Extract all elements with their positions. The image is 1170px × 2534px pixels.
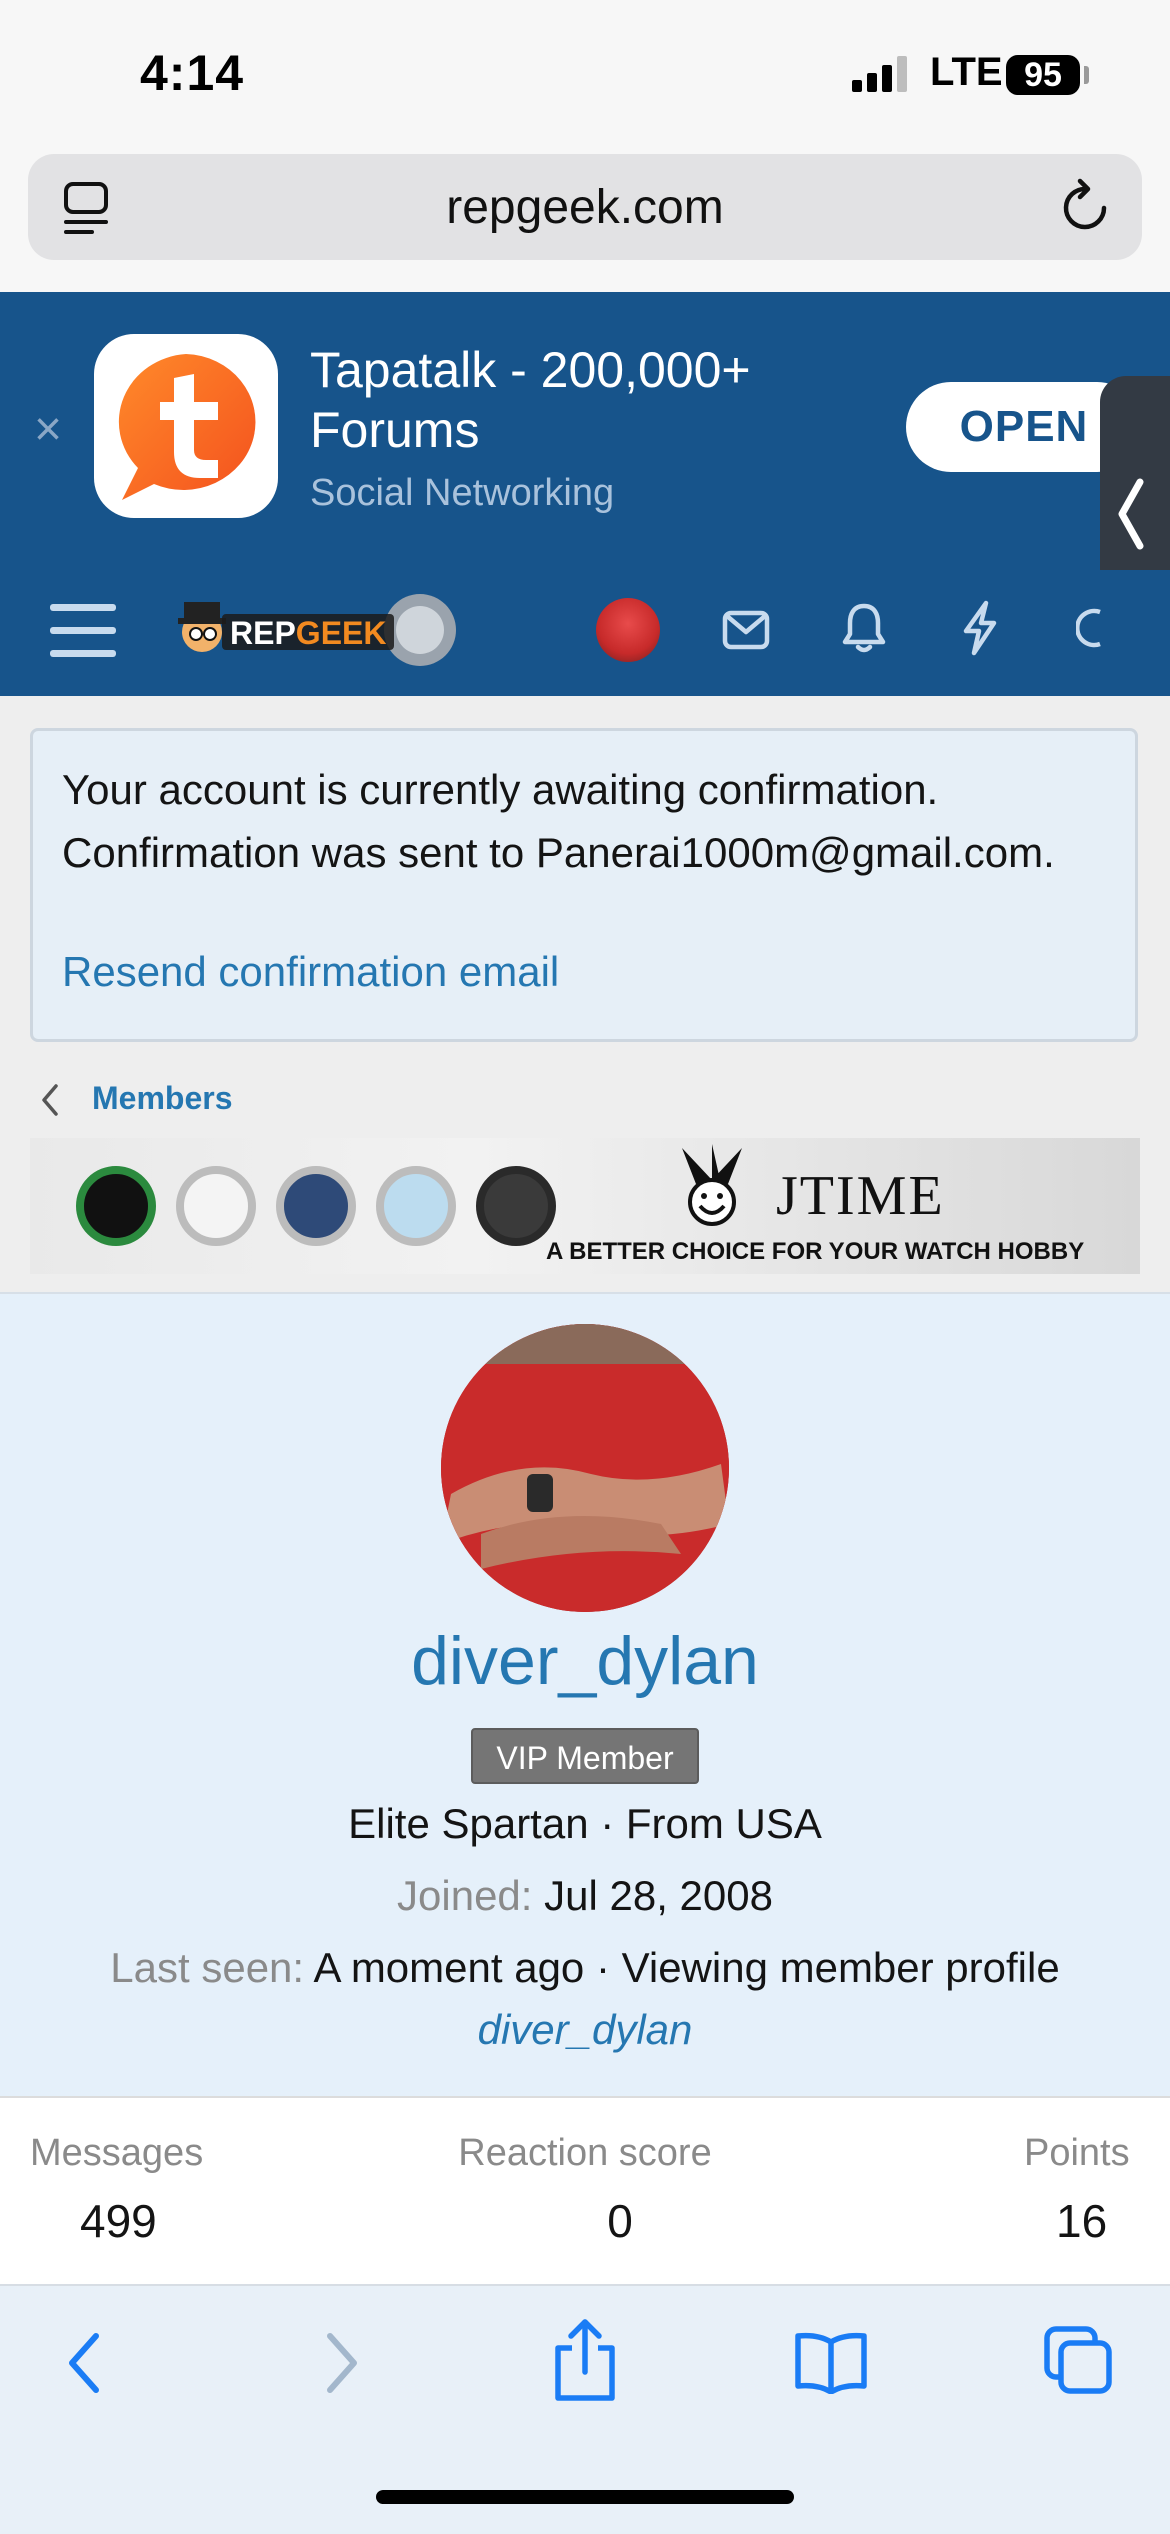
last-seen-line: Last seen: A moment ago · Viewing member… bbox=[0, 1944, 1170, 1992]
signal-icon bbox=[852, 56, 907, 92]
stat-value-reaction-score[interactable]: 0 bbox=[0, 2194, 1170, 2248]
user-banner-badge: VIP Member bbox=[471, 1728, 699, 1784]
account-avatar[interactable] bbox=[596, 598, 660, 662]
stat-value-points[interactable]: 16 bbox=[1056, 2194, 1107, 2248]
back-icon[interactable] bbox=[64, 2330, 104, 2396]
watch-image bbox=[176, 1166, 256, 1246]
stat-label-points: Points bbox=[1024, 2132, 1130, 2174]
url-text[interactable]: repgeek.com bbox=[0, 180, 1170, 235]
logo-text-rep: REPGEEK bbox=[230, 615, 386, 651]
status-time: 4:14 bbox=[140, 45, 245, 101]
chevron-left-icon[interactable] bbox=[38, 1082, 62, 1118]
watch-image bbox=[76, 1166, 156, 1246]
alerts-icon[interactable] bbox=[842, 602, 886, 654]
stat-label-reaction-score: Reaction score bbox=[458, 2132, 712, 2174]
profile-username: diver_dylan bbox=[411, 1623, 759, 1699]
bookmarks-icon[interactable] bbox=[794, 2330, 868, 2394]
search-icon[interactable] bbox=[1076, 606, 1102, 650]
network-type: LTE bbox=[930, 50, 1003, 94]
inbox-icon[interactable] bbox=[722, 610, 770, 650]
whats-new-icon[interactable] bbox=[960, 600, 1000, 656]
share-icon[interactable] bbox=[552, 2318, 618, 2402]
ad-brand: JTIME bbox=[776, 1165, 945, 1227]
activity-profile-link[interactable]: diver_dylan bbox=[0, 2006, 1170, 2054]
close-icon[interactable]: × bbox=[34, 402, 62, 457]
breadcrumb-members[interactable]: Members bbox=[92, 1080, 233, 1117]
tabs-icon[interactable] bbox=[1044, 2326, 1114, 2396]
battery-tip bbox=[1084, 66, 1089, 84]
last-seen-value: A moment ago · Viewing member profile bbox=[313, 1944, 1060, 1991]
reload-icon[interactable] bbox=[1060, 178, 1112, 234]
site-logo[interactable]: REPGEEK bbox=[170, 592, 470, 672]
chevron-left-icon bbox=[1118, 478, 1144, 550]
jester-logo-icon bbox=[682, 1144, 742, 1226]
tapatalk-icon bbox=[94, 334, 278, 518]
watch-image bbox=[476, 1166, 556, 1246]
ad-tagline: A BETTER CHOICE FOR YOUR WATCH HOBBY bbox=[546, 1238, 1085, 1265]
joined-line: Joined: Jul 28, 2008 bbox=[0, 1872, 1170, 1920]
profile-avatar[interactable] bbox=[441, 1324, 729, 1612]
menu-icon[interactable] bbox=[50, 602, 116, 660]
banner-title: Tapatalk - 200,000+ Forums bbox=[310, 342, 751, 458]
forward-icon[interactable] bbox=[322, 2330, 362, 2396]
battery-indicator: 95 bbox=[1006, 55, 1080, 95]
home-indicator bbox=[376, 2490, 794, 2504]
notice-message: Your account is currently awaiting confi… bbox=[62, 766, 1055, 876]
joined-value: Jul 28, 2008 bbox=[544, 1872, 773, 1919]
joined-label: Joined: bbox=[397, 1872, 533, 1919]
stats-row bbox=[0, 2096, 1170, 2286]
user-title: Elite Spartan · From USA bbox=[348, 1800, 822, 1847]
banner-subtitle: Social Networking bbox=[310, 472, 615, 514]
watch-image bbox=[376, 1166, 456, 1246]
resend-confirmation-link[interactable]: Resend confirmation email bbox=[62, 948, 559, 996]
last-seen-label: Last seen: bbox=[110, 1944, 305, 1991]
watch-image bbox=[276, 1166, 356, 1246]
